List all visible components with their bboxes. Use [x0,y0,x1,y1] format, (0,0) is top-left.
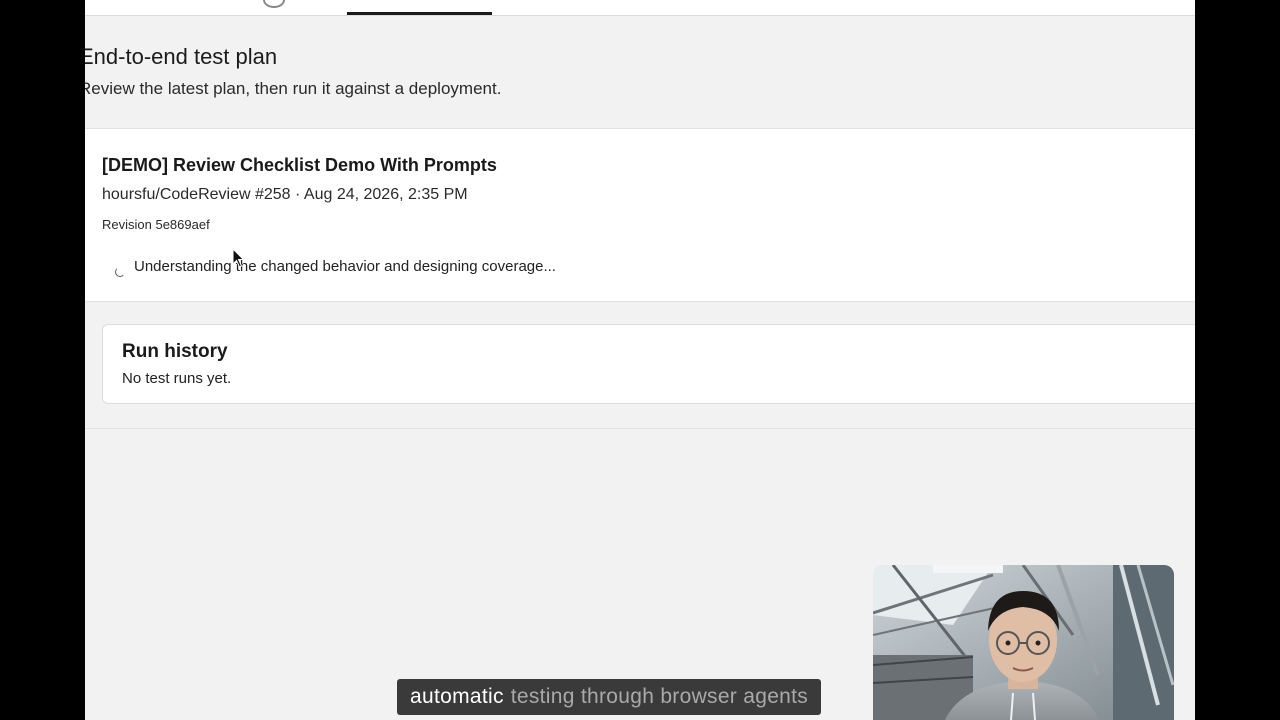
test-plan-card: [DEMO] Review Checklist Demo With Prompt… [85,128,1195,302]
plan-revision: Revision 5e869aef [102,217,210,232]
subtitle-caption: automatic testing through browser agents [397,679,822,715]
run-history-card: Run history No test runs yet. [102,324,1195,404]
active-tab-indicator[interactable] [347,12,492,15]
page-header [85,16,1195,128]
caption-remaining-text: testing through browser agents [510,685,809,708]
plan-status-text: Understanding the changed behavior and d… [134,258,556,275]
run-history-empty-state: No test runs yet. [122,370,232,387]
plan-meta: hoursfu/CodeReview #258 · Aug 24, 2026, … [102,186,468,203]
partial-nav-icon [263,0,285,8]
webcam-overlay [873,565,1174,720]
run-history-section: Run history No test runs yet. [85,301,1195,429]
run-history-title: Run history [122,341,228,362]
caption-active-word: automatic [410,685,504,708]
webcam-video-frame [873,565,1174,720]
page-subtitle: Review the latest plan, then run it agai… [85,79,502,98]
plan-title: [DEMO] Review Checklist Demo With Prompt… [102,155,497,175]
top-navigation-bar [85,0,1195,16]
spinner-icon [115,267,125,277]
cursor-arrow-icon [232,248,245,268]
page-title: End-to-end test plan [85,44,278,69]
